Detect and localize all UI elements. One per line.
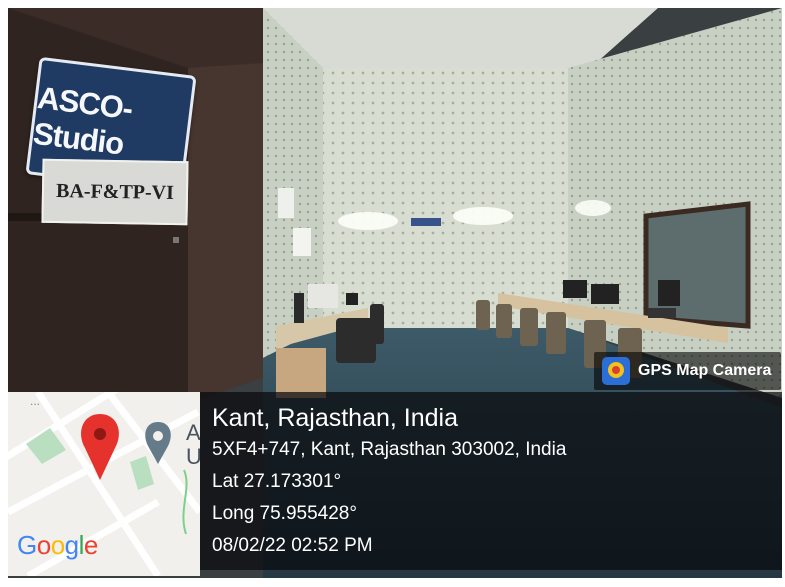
map-label-u: U: [186, 444, 200, 469]
datetime-line: 08/02/22 02:52 PM: [212, 535, 373, 556]
gps-map-camera-label: GPS Map Camera: [638, 362, 772, 379]
google-logo: Google: [17, 530, 98, 560]
gps-map-camera-icon: [602, 357, 630, 385]
latitude-line: Lat 27.173301°: [212, 471, 342, 492]
longitude-line: Long 75.955428°: [212, 503, 357, 524]
location-info: Kant, Rajasthan, India 5XF4+747, Kant, R…: [212, 402, 566, 562]
photo-frame: ASCO-Studio BA-F&TP-VI GPS Map Camera ..…: [0, 0, 785, 587]
studio-code-text: BA-F&TP-VI: [55, 179, 175, 204]
gps-map-camera-badge: GPS Map Camera: [594, 352, 782, 390]
studio-code-sign: BA-F&TP-VI: [41, 158, 189, 226]
map-dots: ...: [30, 394, 41, 408]
map-thumbnail[interactable]: ... A U Google: [8, 392, 200, 576]
studio-sign-text: ASCO-Studio: [31, 80, 135, 162]
map-label-a: A: [186, 420, 200, 445]
location-title: Kant, Rajasthan, India: [212, 404, 458, 432]
address-line: 5XF4+747, Kant, Rajasthan 303002, India: [212, 439, 567, 460]
